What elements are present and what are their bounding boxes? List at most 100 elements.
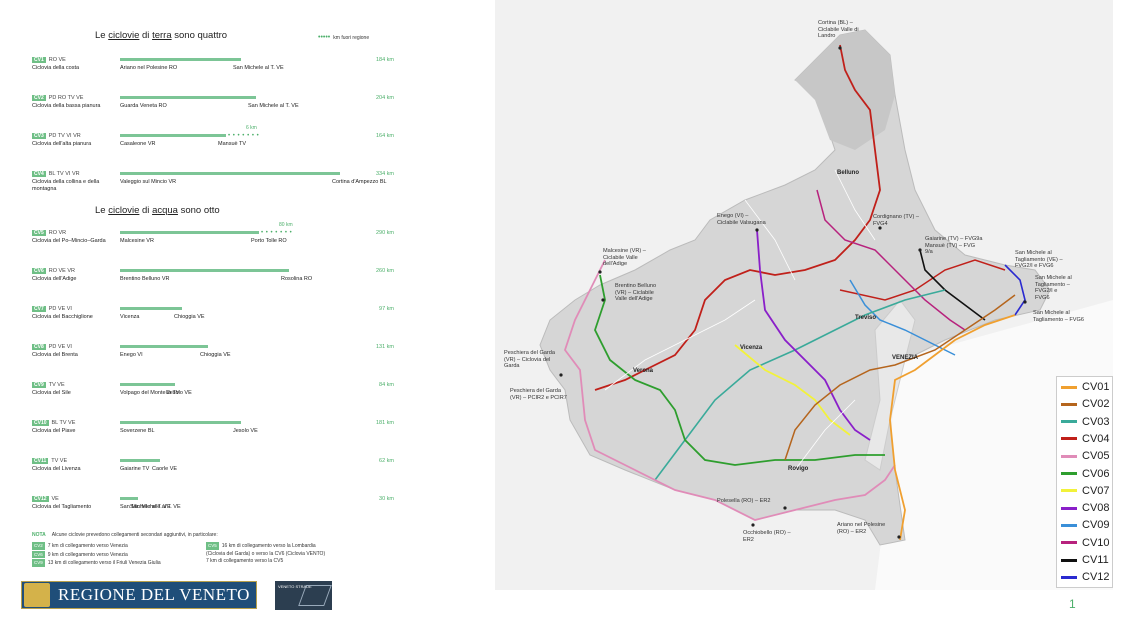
route-end: Chioggia VE [174, 314, 205, 320]
legend-label: CV03 [1082, 415, 1110, 428]
route-cv8: CV8 PD VE VI Ciclovia del Brenta Enego VI Ch… [32, 344, 394, 374]
route-code: CV11 [32, 458, 49, 464]
route-code: CV12 [32, 496, 49, 502]
route-end: Mansuè TV [218, 141, 247, 147]
route-code: CV5 [32, 230, 46, 236]
note-item: CV6 9 km di collegamento verso Venezia [32, 550, 161, 560]
routes-panel: Le ciclovie di terra sono quattro ••••• k… [0, 0, 495, 620]
route-name: Ciclovia della costa [32, 65, 80, 71]
route-end: Jesolo VE [167, 390, 192, 396]
route-end: Porto Tolle RO [251, 238, 287, 244]
label-sanmichele-1: San Michele al Tagliamento (VE) – FVG2/I… [1015, 250, 1063, 269]
city-verona: Verona [633, 368, 654, 374]
route-header: CV7 PD VE VI [32, 306, 72, 312]
route-code: CV7 [32, 306, 46, 312]
city-treviso: Treviso [855, 315, 877, 321]
route-header: CV2 PD RO TV VE [32, 95, 83, 101]
label-gaiarine: Gaiarine (TV) – FVG9a Mansuè (TV) – FVG … [925, 236, 983, 255]
route-name: Ciclovia del Sile [32, 390, 71, 396]
city-vicenza: Vicenza [740, 345, 763, 351]
route-cv5: CV5 RO VR Ciclovia del Po–Mincio–Garda • • … [32, 222, 394, 260]
route-km: 181 km [375, 420, 394, 426]
legend-label: CV05 [1082, 450, 1110, 463]
route-name: Ciclovia del Po–Mincio–Garda [32, 238, 106, 244]
route-km: 290 km [375, 230, 394, 236]
route-length-bar [120, 172, 340, 175]
route-provinces: RO VR [48, 230, 67, 236]
legend-label: CV08 [1082, 502, 1110, 515]
note-text: 9 km di collegamento verso Venezia [47, 551, 128, 558]
route-header: CV3 PD TV VI VR [32, 133, 81, 139]
note-chip: CV9 [32, 559, 45, 567]
legend-label: CV06 [1082, 467, 1110, 480]
route-length-bar [120, 231, 259, 234]
route-provinces: VE [51, 496, 59, 502]
label-peschiera-1: Peschiera del Garda (VR) – Ciclovia del … [504, 350, 555, 369]
label-brentino: Brentino Belluno (VR) – Ciclabile Valle … [615, 283, 657, 302]
route-length-bar [120, 307, 182, 310]
route-cv6: CV6 RO VE VR Ciclovia dell'Adige Brentino B… [32, 268, 394, 298]
legend-label: CV12 [1082, 571, 1110, 584]
route-start: Gaiarine TV [120, 466, 150, 472]
note-chip: CV5 [206, 542, 219, 550]
route-start: Vicenza [120, 314, 140, 320]
label-enego: Enego (VI) – Ciclabile Valsugana [717, 213, 766, 226]
lion-crest-icon [24, 583, 50, 607]
route-cv4: CV4 BL TV VI VR Ciclovia della collina e d… [32, 171, 394, 201]
legend-label: CV01 [1082, 381, 1110, 393]
route-start: Ariano nel Polesine RO [120, 65, 178, 71]
legend-swatch [1061, 506, 1077, 510]
note-text: 16 km di collegamento verso la Lombardia [221, 543, 316, 549]
note-item: 7 km di collegamento verso la CV5 [206, 558, 325, 566]
legend-item-cv07: CV07 [1061, 485, 1110, 497]
cycle-route-map[interactable]: Cortina (BL) – Ciclabile Valle di Landro… [495, 0, 1113, 590]
route-km: 131 km [375, 344, 394, 350]
route-header: CV9 TV VE [32, 382, 65, 388]
legend-item-cv08: CV08 [1061, 502, 1110, 514]
route-provinces: TV VE [51, 458, 68, 464]
route-cv1: CV1 RO VE Ciclovia della costa Ariano nel P… [32, 57, 394, 87]
outside-region-dashes: • • • • • • • [228, 133, 260, 139]
legend-item-cv06: CV06 [1061, 468, 1110, 480]
legend-swatch [1061, 385, 1077, 389]
label-sanmichele-2: San Michele al Tagliamento – FVG2/I e FV… [1035, 275, 1072, 301]
note-item: CV9 13 km di collegamento verso il Friuli… [32, 559, 161, 568]
map-svg [539, 29, 1113, 590]
route-name: Ciclovia del Livenza [32, 466, 81, 472]
legend-item-cv05: CV05 [1061, 450, 1110, 462]
route-end: Caorle VE [152, 466, 178, 472]
legend-swatch [1061, 558, 1077, 562]
legend-swatch [1061, 472, 1077, 475]
legend-item-cv12: CV12 [1061, 571, 1110, 583]
route-end: Chioggia VE [200, 352, 231, 358]
legend-label: CV02 [1082, 398, 1110, 411]
note-chip: CV2 [32, 542, 45, 550]
route-length-bar [120, 497, 138, 500]
label-polesella: Polesella (RO) – ER2 [717, 498, 771, 504]
city-rovigo: Rovigo [788, 466, 809, 472]
legend-label: CV10 [1082, 536, 1110, 549]
outside-region-km: 80 km [279, 222, 293, 228]
route-length-bar [120, 459, 160, 462]
note-text: 7 km di collegamento verso Venezia [47, 543, 128, 549]
route-length-bar [120, 383, 175, 386]
page-number: 1 [1069, 597, 1076, 611]
route-end: San Michele al T. VE [233, 65, 284, 71]
note-item: (Ciclovia del Garda) o verso la CV6 (Cic… [206, 551, 325, 559]
route-km: 97 km [379, 306, 394, 312]
route-cv10: CV10 BL TV VE Ciclovia del Piave Soverzene … [32, 420, 394, 450]
legend-swatch [1061, 454, 1077, 458]
note-item: CV2 7 km di collegamento verso Venezia [32, 542, 161, 551]
label-malcesine: Malcesine (VR) – Ciclabile Valle dell'Ad… [603, 248, 646, 267]
legend-label: CV07 [1082, 484, 1110, 497]
veneto-strade-logo: VENETO STRADE [275, 581, 332, 610]
route-header: CV10 BL TV VE [32, 420, 75, 426]
legend-item-cv01: CV01 [1061, 381, 1110, 393]
legend-swatch [1061, 541, 1077, 545]
route-name: Ciclovia della bassa pianura [32, 103, 101, 109]
route-name: Ciclovia della collina e della montagna [32, 179, 100, 192]
route-cv9: CV9 TV VE Ciclovia del Sile Volpago del Mon… [32, 382, 394, 412]
route-provinces: BL TV VE [51, 420, 76, 426]
route-provinces: PD VE VI [48, 344, 72, 350]
route-end: Rosolina RO [281, 276, 313, 282]
